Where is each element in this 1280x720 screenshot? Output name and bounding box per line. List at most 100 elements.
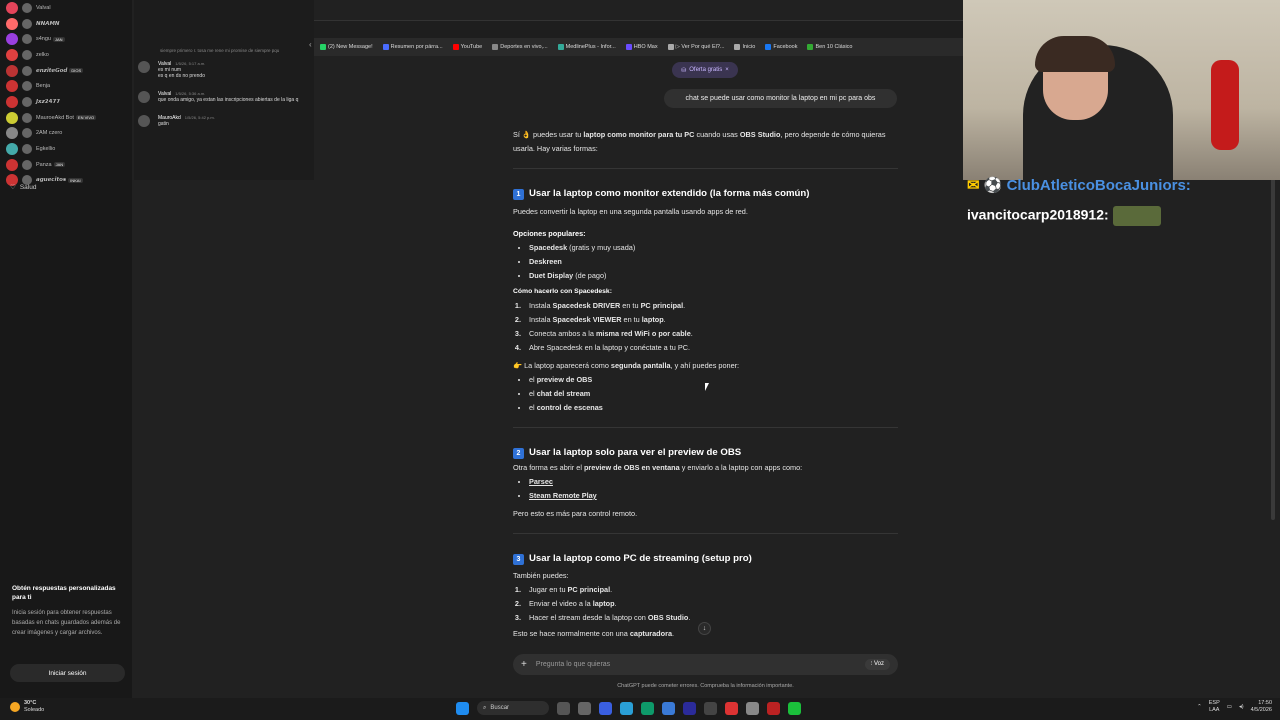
chat-message: Valval 1/5/26, 5:36 a.m. que onda amigo, y…: [134, 89, 314, 105]
scrollbar[interactable]: [1271, 140, 1275, 520]
chat-panel: siempre primero r. tosa me rene mi promi…: [134, 0, 314, 180]
dm-item[interactable]: MauroeAkd Bot EN VIVO: [0, 110, 132, 126]
server-icon[interactable]: [6, 143, 18, 156]
composer[interactable]: + Pregunta lo que quieras ⫶ Voz: [513, 654, 898, 675]
bookmark-label: HBO Max: [633, 44, 658, 50]
promo-badge[interactable]: ⛁ Oferta gratis ×: [672, 62, 738, 78]
app-link[interactable]: Steam Remote Play: [529, 491, 597, 500]
weather-widget[interactable]: 30°C Soleado: [10, 700, 44, 714]
step-item: 4. Abre Spacedesk en la laptop y conéctat…: [514, 343, 691, 352]
app-link[interactable]: Parsec: [529, 477, 553, 486]
calculator-icon[interactable]: [662, 701, 675, 715]
server-icon[interactable]: [6, 33, 18, 46]
app-icon[interactable]: [599, 701, 612, 715]
sidebar-item-salud[interactable]: ♡ Salud: [10, 183, 37, 192]
login-button[interactable]: Iniciar sesión: [10, 664, 125, 682]
dm-name: Valval: [36, 4, 51, 11]
voice-button[interactable]: ⫶ Voz: [864, 659, 890, 670]
fe-icon[interactable]: [683, 701, 696, 715]
after-text: 👉 La laptop aparecerá como segunda panta…: [513, 361, 740, 370]
avatar: [22, 18, 32, 29]
explorer-icon[interactable]: [557, 701, 570, 715]
bookmark-label: Facebook: [773, 44, 798, 50]
dm-item[interactable]: 𝙉𝙉𝘼𝙈𝙉: [0, 16, 132, 32]
bookmark[interactable]: YouTube: [452, 44, 482, 50]
server-icon[interactable]: [6, 80, 18, 93]
bookmark[interactable]: (2) New Message!: [320, 44, 373, 50]
kick-icon[interactable]: [788, 701, 801, 715]
dm-item[interactable]: Panza JAN: [0, 157, 132, 173]
server-icon[interactable]: [6, 158, 18, 171]
scroll-down-button[interactable]: ↓: [698, 622, 711, 635]
edge-icon[interactable]: [620, 701, 633, 715]
dm-name: 2AM czero: [36, 130, 63, 137]
salud-label: Salud: [19, 183, 37, 191]
dm-item[interactable]: s4ngu JAN: [0, 31, 132, 47]
bookmark[interactable]: Resumen por párra...: [382, 44, 443, 50]
server-icon[interactable]: [6, 17, 18, 30]
server-icon[interactable]: [6, 127, 18, 140]
bookmark-icon: [382, 44, 389, 50]
steps-list: 1. Jugar en tu PC principal. 2. Enviar el v…: [513, 583, 898, 625]
divider: [513, 533, 898, 534]
server-icon[interactable]: [6, 48, 18, 61]
avatar: [22, 2, 32, 13]
close-icon[interactable]: ×: [725, 67, 729, 73]
lang-1: ESP: [1208, 700, 1220, 706]
bookmark-icon: [667, 44, 674, 50]
dm-item[interactable]: Benja: [0, 78, 132, 94]
server-icon[interactable]: [6, 64, 18, 77]
bookmark-icon: [807, 44, 814, 50]
app3-icon[interactable]: [767, 701, 780, 715]
plus-icon[interactable]: +: [521, 659, 527, 670]
dm-name: s4ngu: [36, 36, 51, 43]
bookmark[interactable]: Ben 10 Clásico: [807, 44, 852, 50]
back-arrow-icon[interactable]: ‹: [309, 40, 312, 49]
step-item: 1. Jugar en tu PC principal.: [514, 585, 613, 594]
dm-item[interactable]: Valval: [0, 0, 132, 16]
bookmark[interactable]: MedlinePlus - Infor...: [557, 44, 616, 50]
dm-item[interactable]: Egkellio: [0, 141, 132, 157]
bookmark[interactable]: Facebook: [765, 44, 797, 50]
step-item: 3. Conecta ambos a la misma red WiFi o po…: [514, 329, 693, 338]
bookmark-label: Resumen por párra...: [390, 44, 443, 50]
steps-list: 1. Instala Spacedesk DRIVER en tu PC prin…: [513, 299, 898, 355]
bookmark-label: (2) New Message!: [328, 44, 373, 50]
dm-item[interactable]: 𝙅𝙭𝙯𝟮𝟰𝟳𝟳: [0, 94, 132, 110]
list-item: Parsec: [529, 475, 898, 489]
avatar: [22, 159, 32, 170]
bookmark[interactable]: ▷ Ver Por qué El?...: [667, 44, 724, 50]
server-icon[interactable]: [6, 1, 18, 14]
task-view-icon[interactable]: [578, 701, 591, 715]
browser-icon[interactable]: [641, 701, 654, 715]
dm-name: 𝙉𝙉𝘼𝙈𝙉: [36, 20, 60, 27]
browser-toolbar: [314, 20, 964, 38]
app2-icon[interactable]: [746, 701, 759, 715]
server-icon[interactable]: [6, 95, 18, 108]
chevron-up-icon[interactable]: ⌃: [1197, 704, 1202, 710]
badge: JAN: [53, 162, 66, 168]
network-icon[interactable]: ▭: [1227, 704, 1232, 710]
dm-name: 𝙅𝙭𝙯𝟮𝟰𝟳𝟳: [36, 98, 61, 105]
dm-item[interactable]: 𝙚𝙣𝙯𝙞𝙩𝙚𝙂𝙤𝙙 DIOS: [0, 63, 132, 79]
timestamp: 1/5/26, 5:42 p.m.: [184, 115, 215, 120]
login-prompt-card: Obtén respuestas personalizadas para ti …: [12, 584, 127, 638]
clock[interactable]: 17:50 4/5/2026: [1251, 700, 1272, 714]
search-box[interactable]: ⌕ Buscar: [477, 701, 549, 715]
start-icon[interactable]: [456, 701, 469, 715]
bookmark[interactable]: Inicio: [734, 44, 755, 50]
section-3-title: 3 Usar la laptop como PC de streaming (se…: [513, 552, 898, 566]
server-icon[interactable]: [6, 111, 18, 124]
bookmark[interactable]: Deportes en vivo,...: [492, 44, 548, 50]
message-line: gatin: [158, 121, 169, 127]
bookmark-label: MedlinePlus - Infor...: [565, 44, 616, 50]
volume-icon[interactable]: ◂): [1239, 704, 1244, 710]
dm-item[interactable]: 2AM czero: [0, 126, 132, 142]
brave-icon[interactable]: [725, 701, 738, 715]
list-item: Spacedesk (gratis y muy usada): [529, 241, 898, 255]
dm-item[interactable]: zelko: [0, 47, 132, 63]
mm-icon[interactable]: [704, 701, 717, 715]
bookmark[interactable]: HBO Max: [625, 44, 658, 50]
stream-chat-line-1: ✉ ⚽ ClubAtleticoBocaJuniors:: [967, 177, 1191, 194]
prompt-input[interactable]: Pregunta lo que quieras: [536, 661, 610, 668]
